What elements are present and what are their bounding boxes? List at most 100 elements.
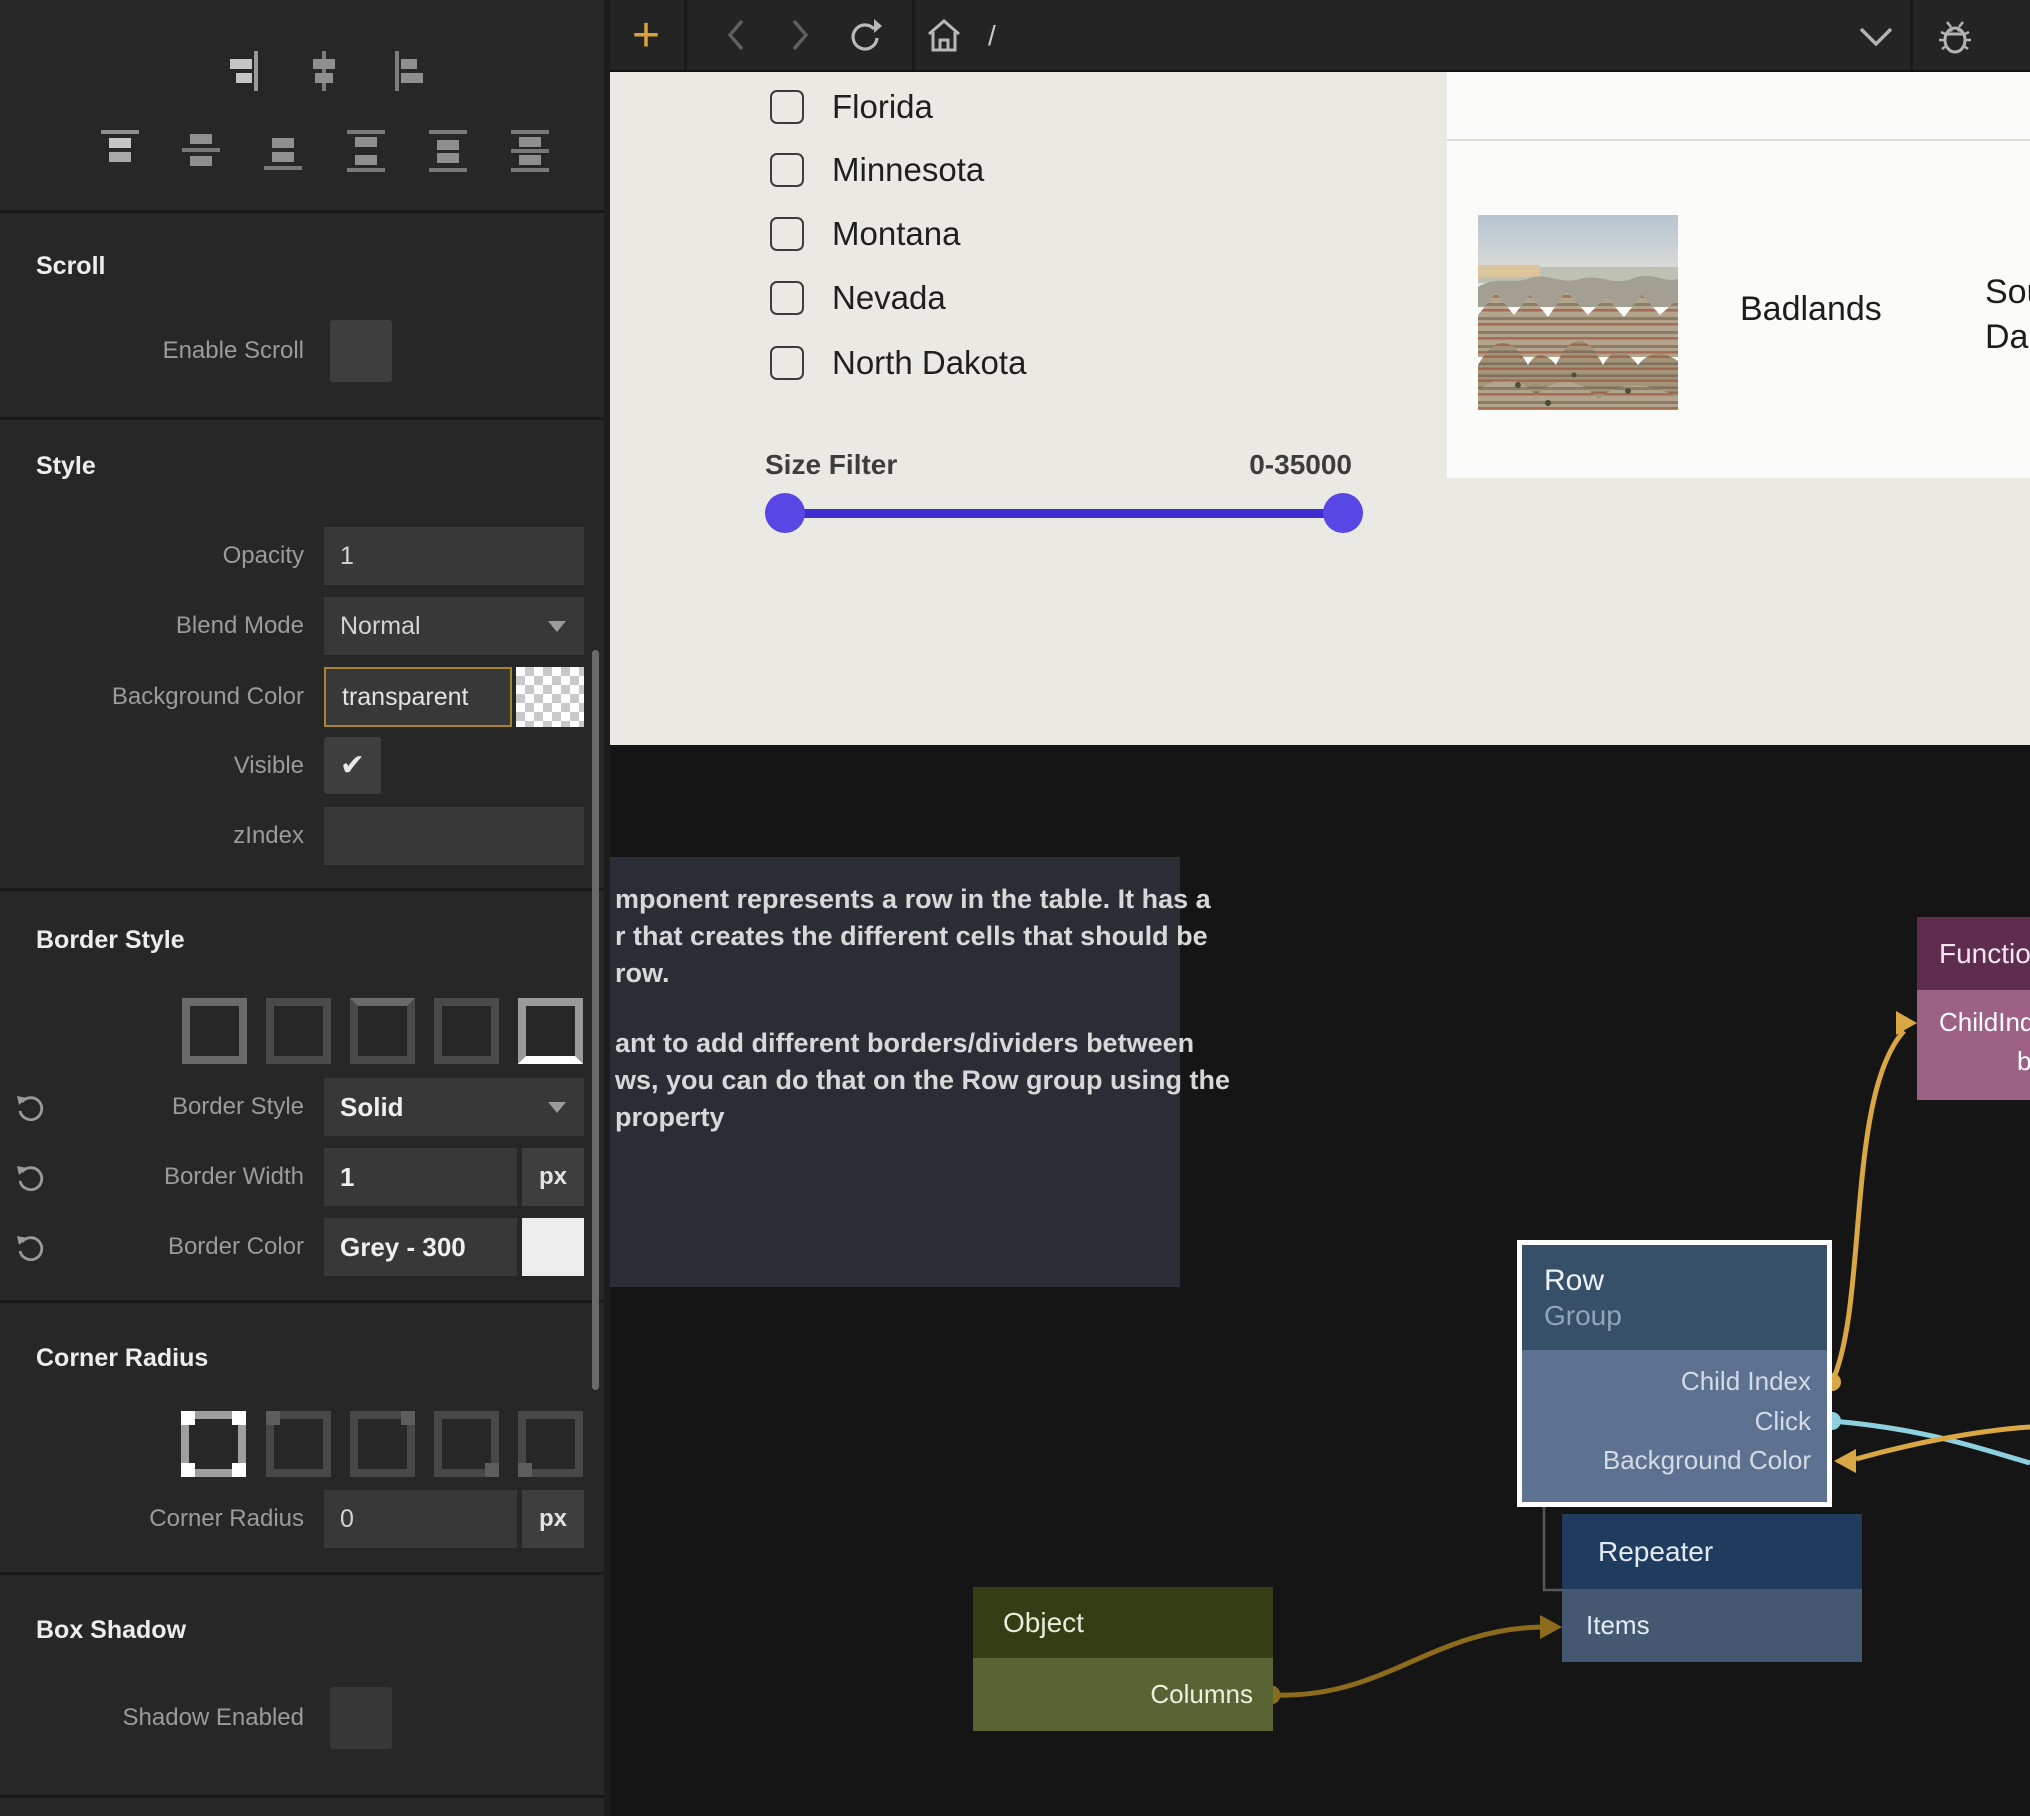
section-divider	[0, 888, 604, 891]
corner-radius-input[interactable]: 0	[324, 1490, 517, 1548]
state-label: Montana	[832, 217, 960, 251]
wire-childindex[interactable]	[1832, 1031, 1904, 1382]
section-divider	[0, 1300, 604, 1303]
background-color-input[interactable]: transparent	[324, 667, 512, 727]
border-section-title: Border Style	[36, 926, 185, 955]
space-between-icon[interactable]	[346, 128, 386, 174]
blend-mode-value: Normal	[340, 612, 421, 641]
size-filter-max-handle[interactable]	[1323, 493, 1363, 533]
result-card[interactable]: Badlands South Dakota	[1447, 72, 2030, 478]
border-width-input[interactable]: 1	[324, 1148, 517, 1206]
wire-arrow-icon	[1834, 1449, 1856, 1473]
repeater-node[interactable]: Repeater Items	[1562, 1514, 1862, 1662]
add-button[interactable]: +	[622, 0, 670, 70]
forward-icon[interactable]	[784, 17, 814, 53]
border-color-swatch[interactable]	[522, 1218, 584, 1276]
port-childindex[interactable]: ChildIndex	[1939, 1003, 2030, 1043]
enable-scroll-label: Enable Scroll	[0, 320, 304, 382]
section-divider	[0, 1795, 604, 1798]
properties-panel: Scroll Enable Scroll Style Opacity 1 Ble…	[0, 0, 610, 1816]
stretch-icon[interactable]	[510, 128, 550, 174]
function-node[interactable]: Function ChildIndex b	[1917, 917, 2030, 1100]
corner-bottom-left-preset[interactable]	[518, 1411, 583, 1477]
toolbar-divider	[912, 0, 915, 70]
zindex-input[interactable]	[324, 807, 584, 865]
url-path[interactable]: /	[988, 20, 996, 52]
corner-top-left-preset[interactable]	[266, 1411, 331, 1477]
chevron-down-icon	[548, 621, 566, 632]
transparency-swatch[interactable]	[516, 667, 584, 727]
enable-scroll-checkbox[interactable]	[330, 320, 392, 382]
border-left-preset[interactable]	[266, 998, 331, 1064]
state-checkbox-florida[interactable]	[770, 90, 804, 124]
node-subtitle: Group	[1544, 1300, 1827, 1332]
chevron-down-icon[interactable]	[1858, 26, 1894, 48]
wire-arrow-icon	[1896, 1011, 1917, 1035]
visible-checkbox[interactable]: ✔	[324, 737, 381, 794]
state-label: Nevada	[832, 281, 946, 315]
blend-mode-label: Blend Mode	[0, 597, 304, 655]
border-width-unit[interactable]: px	[522, 1148, 584, 1206]
port-b[interactable]: b	[2017, 1042, 2030, 1082]
port-background-color[interactable]: Background Color	[1522, 1441, 1811, 1481]
shadow-enabled-label: Shadow Enabled	[0, 1687, 304, 1749]
blend-mode-select[interactable]: Normal	[324, 597, 584, 655]
refresh-icon[interactable]	[844, 17, 882, 55]
state-label: Minnesota	[832, 153, 984, 187]
shadow-section-title: Box Shadow	[36, 1616, 186, 1645]
border-top-preset[interactable]	[350, 998, 415, 1064]
size-filter-min-handle[interactable]	[765, 493, 805, 533]
card-region-line1: South	[1985, 270, 2030, 315]
size-filter-range: 0-35000	[1150, 449, 1352, 481]
panel-scrollbar[interactable]	[592, 650, 599, 1390]
home-icon[interactable]	[925, 17, 963, 55]
border-width-label: Border Width	[0, 1148, 304, 1206]
wire-columns-items[interactable]	[1277, 1627, 1542, 1695]
border-style-value: Solid	[340, 1092, 404, 1123]
corner-radius-label: Corner Radius	[0, 1490, 304, 1548]
corner-top-right-preset[interactable]	[350, 1411, 415, 1477]
align-bottom-icon[interactable]	[263, 128, 303, 174]
background-color-label: Background Color	[0, 667, 304, 727]
node-title: Object	[1003, 1607, 1273, 1639]
state-checkbox-minnesota[interactable]	[770, 153, 804, 187]
node-title: Row	[1544, 1264, 1827, 1298]
node-graph-canvas[interactable]: mponent represents a row in the table. I…	[610, 745, 2030, 1816]
object-node[interactable]: Object Columns	[973, 1587, 1273, 1731]
node-title: Repeater	[1598, 1536, 1862, 1568]
corner-bottom-right-preset[interactable]	[434, 1411, 499, 1477]
port-items[interactable]: Items	[1586, 1606, 1650, 1646]
justify-center-icon[interactable]	[306, 50, 342, 92]
border-color-input[interactable]: Grey - 300	[324, 1218, 517, 1276]
zindex-label: zIndex	[0, 807, 304, 865]
border-right-preset[interactable]	[434, 998, 499, 1064]
align-center-icon[interactable]	[181, 128, 221, 174]
port-child-index[interactable]: Child Index	[1522, 1362, 1811, 1402]
debug-bug-icon[interactable]	[1932, 13, 1978, 61]
state-checkbox-montana[interactable]	[770, 217, 804, 251]
port-click[interactable]: Click	[1522, 1402, 1811, 1442]
card-divider	[1447, 139, 2030, 141]
border-bottom-preset[interactable]	[518, 998, 583, 1064]
size-filter-track[interactable]	[783, 509, 1345, 518]
border-style-select[interactable]: Solid	[324, 1078, 584, 1136]
corner-all-preset[interactable]	[181, 1411, 246, 1477]
justify-start-icon[interactable]	[391, 50, 427, 92]
row-group-node[interactable]: Row Group Child Index Click Background C…	[1517, 1240, 1832, 1507]
card-title: Badlands	[1740, 290, 1882, 329]
app-preview-viewport: Florida Minnesota Montana Nevada North D…	[610, 72, 2030, 745]
corner-radius-unit[interactable]: px	[522, 1490, 584, 1548]
visible-label: Visible	[0, 737, 304, 794]
opacity-label: Opacity	[0, 527, 304, 585]
border-all-preset[interactable]	[182, 998, 247, 1064]
port-columns[interactable]: Columns	[1150, 1675, 1253, 1715]
state-checkbox-north-dakota[interactable]	[770, 346, 804, 380]
space-around-icon[interactable]	[428, 128, 468, 174]
state-checkbox-nevada[interactable]	[770, 281, 804, 315]
opacity-input[interactable]: 1	[324, 527, 584, 585]
shadow-enabled-checkbox[interactable]	[330, 1687, 392, 1749]
border-style-label: Border Style	[0, 1078, 304, 1136]
back-icon[interactable]	[722, 17, 752, 53]
justify-end-icon[interactable]	[226, 50, 262, 92]
align-top-icon[interactable]	[100, 128, 140, 174]
